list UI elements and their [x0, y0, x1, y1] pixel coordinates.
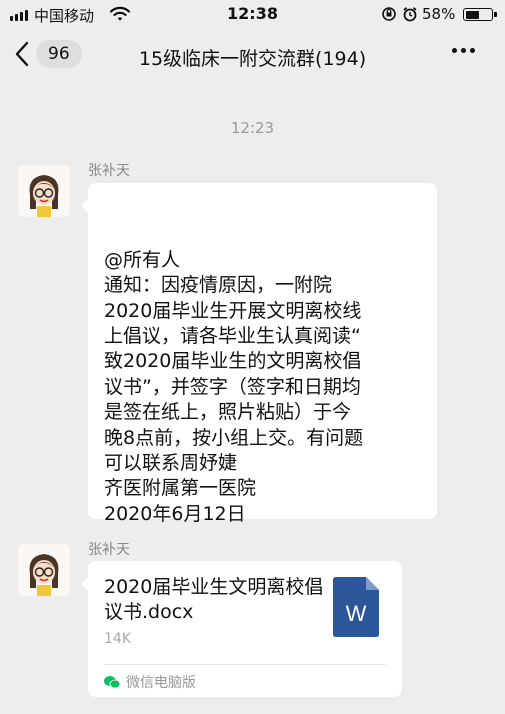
chat-header: 96 15级临床一附交流群(194)	[0, 30, 505, 84]
avatar-cartoon-icon	[18, 544, 70, 596]
file-source-label: 微信电脑版	[126, 675, 196, 691]
file-name: 2020届毕业生文明离校倡议书.docx	[104, 576, 324, 623]
file-message-card[interactable]: 2020届毕业生文明离校倡议书.docx 14K W 微信电脑版	[81, 561, 402, 697]
sender-avatar[interactable]	[18, 165, 70, 217]
sender-avatar[interactable]	[18, 544, 70, 596]
file-source: 微信电脑版	[104, 672, 196, 692]
message-bubble[interactable]: @所有人 通知：因疫情原因，一附院 2020届毕业生开展文明离校线 上倡议，请各…	[81, 183, 437, 525]
battery-icon	[463, 8, 497, 21]
wechat-icon	[104, 676, 120, 689]
word-document-icon: W	[333, 577, 379, 637]
sender-name: 张补天	[88, 542, 130, 558]
more-dot-icon	[461, 48, 466, 53]
avatar-cartoon-icon	[18, 165, 70, 217]
status-bar: 中国移动 12:38 58%	[0, 0, 505, 30]
more-dot-icon	[452, 48, 457, 53]
more-options-button[interactable]	[452, 48, 475, 53]
alarm-icon	[402, 6, 418, 26]
message-timestamp: 12:23	[230, 119, 275, 137]
orientation-lock-icon	[381, 6, 397, 26]
divider	[104, 664, 386, 665]
sender-name: 张补天	[88, 163, 130, 179]
word-icon-letter: W	[346, 601, 367, 626]
file-size: 14K	[104, 631, 131, 647]
battery-percent: 58%	[422, 5, 456, 23]
more-dot-icon	[470, 48, 475, 53]
chat-title: 15级临床一附交流群(194)	[138, 48, 367, 70]
message-text: @所有人 通知：因疫情原因，一附院 2020届毕业生开展文明离校线 上倡议，请各…	[104, 248, 364, 525]
